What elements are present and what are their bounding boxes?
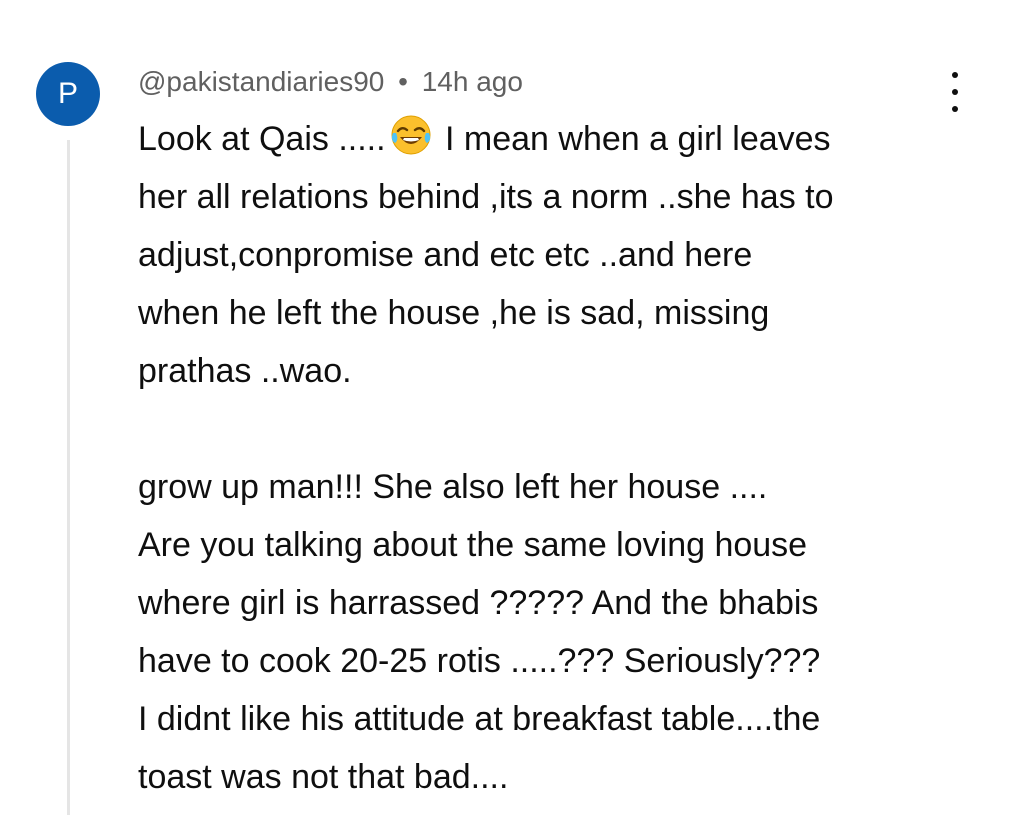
comment: P @pakistandiaries90 • 14h ago Look at Q… <box>0 0 1024 815</box>
author-name[interactable]: @pakistandiaries90 <box>138 66 384 97</box>
comment-line: Are you talking about the same loving ho… <box>138 526 808 564</box>
comment-body: Look at Qais ..... I mean when a girl le… <box>138 110 998 806</box>
comment-line: toast was not that bad.... <box>138 758 509 796</box>
header-separator: • <box>398 66 408 97</box>
comment-line: adjust,conpromise and etc etc ..and here <box>138 236 753 274</box>
more-options-button[interactable] <box>942 72 968 112</box>
comment-line: where girl is harrassed ????? And the bh… <box>138 584 819 622</box>
comment-line: have to cook 20-25 rotis .....??? Seriou… <box>138 642 821 680</box>
timestamp[interactable]: 14h ago <box>422 66 523 97</box>
thread-line <box>67 140 70 815</box>
comment-line: when he left the house ,he is sad, missi… <box>138 294 770 332</box>
comment-line: I didnt like his attitude at breakfast t… <box>138 700 821 738</box>
comment-line: her all relations behind ,its a norm ..s… <box>138 178 834 216</box>
face-with-tears-of-joy-emoji <box>391 115 431 155</box>
avatar[interactable]: P <box>36 62 100 126</box>
more-vertical-icon <box>952 72 958 112</box>
comment-line: grow up man!!! She also left her house .… <box>138 468 768 506</box>
comment-line: Look at Qais ..... I mean when a girl le… <box>138 110 998 168</box>
comment-line: prathas ..wao. <box>138 352 352 390</box>
comment-header: @pakistandiaries90 • 14h ago <box>138 62 523 102</box>
